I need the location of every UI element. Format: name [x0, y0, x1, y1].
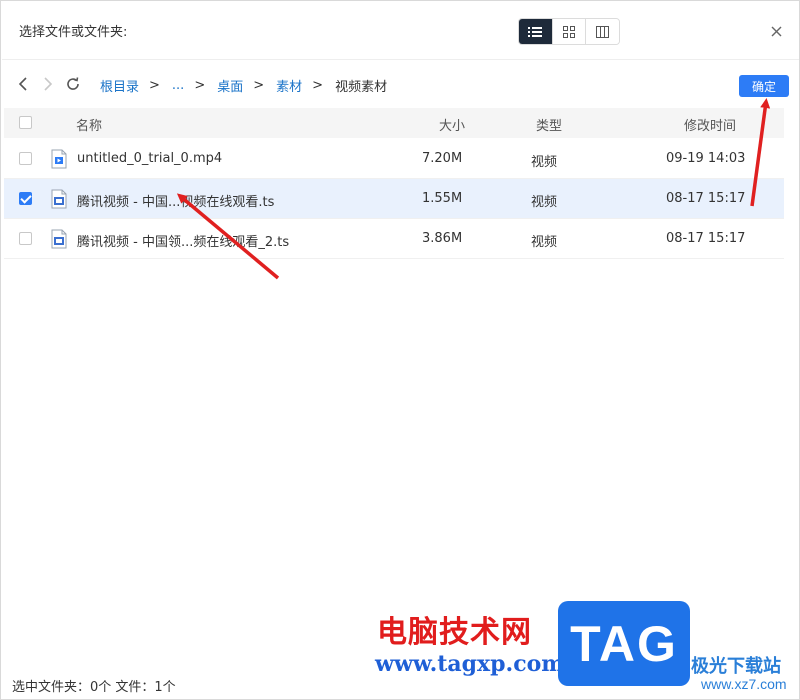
row-modified: 09-19 14:03 [666, 151, 746, 166]
columns-icon [596, 25, 610, 38]
brand-url: www.xz7.com [701, 676, 787, 692]
breadcrumb-separator: > [312, 78, 324, 93]
ts-file-icon [51, 189, 67, 209]
status-bar: 选中文件夹：0个 文件：1个 [12, 680, 176, 695]
refresh-icon [67, 77, 79, 90]
breadcrumb-separator: > [194, 78, 206, 93]
forward-button[interactable] [39, 75, 57, 93]
select-all-checkbox[interactable] [19, 116, 32, 129]
chevron-right-icon [44, 77, 53, 91]
table-row[interactable]: 腾讯视频 - 中国...视频在线观看.ts 1.55M 视频 08-17 15:… [4, 179, 784, 219]
breadcrumb-separator: > [149, 78, 160, 93]
row-modified: 08-17 15:17 [666, 231, 746, 246]
grid-icon [563, 25, 575, 38]
close-icon [771, 26, 781, 36]
list-view-button[interactable] [519, 19, 553, 44]
breadcrumb-ellipsis[interactable]: ... [172, 78, 184, 93]
view-mode-switch [518, 18, 620, 45]
list-icon [528, 26, 543, 37]
header-type[interactable]: 类型 [536, 115, 562, 134]
row-modified: 08-17 15:17 [666, 191, 746, 206]
file-picker-dialog: 选择文件或文件夹: 根目录 > ... > 桌面 > 素材 > 视频素材 确定 … [0, 0, 800, 700]
row-size: 3.86M [422, 231, 463, 246]
header-name[interactable]: 名称 [76, 115, 102, 134]
row-type: 视频 [531, 155, 558, 170]
brand-name: 极光下载站 [691, 656, 781, 677]
row-size: 1.55M [422, 191, 463, 206]
row-filename: untitled_0_trial_0.mp4 [77, 151, 223, 166]
row-filename: 腾讯视频 - 中国...视频在线观看.ts [77, 195, 275, 210]
row-filename: 腾讯视频 - 中国领...频在线观看_2.ts [77, 235, 290, 250]
row-size: 7.20M [422, 151, 463, 166]
table-row[interactable]: 腾讯视频 - 中国领...频在线观看_2.ts 3.86M 视频 08-17 1… [4, 219, 784, 259]
close-button[interactable] [767, 22, 785, 40]
breadcrumb-separator: > [253, 78, 265, 93]
tag-logo: TAG [558, 601, 690, 686]
ts-file-icon [51, 229, 67, 249]
table-row[interactable]: untitled_0_trial_0.mp4 7.20M 视频 09-19 14… [4, 139, 784, 179]
breadcrumb-root[interactable]: 根目录 [100, 76, 139, 95]
grid-view-button[interactable] [552, 19, 587, 44]
breadcrumb-desktop[interactable]: 桌面 [217, 76, 243, 95]
chevron-left-icon [18, 77, 27, 91]
breadcrumb-current: 视频素材 [335, 80, 388, 95]
breadcrumb-materials[interactable]: 素材 [276, 76, 302, 95]
back-button[interactable] [14, 75, 32, 93]
confirm-button[interactable]: 确定 [739, 75, 789, 97]
breadcrumb: 根目录 > ... > 桌面 > 素材 > 视频素材 [100, 76, 387, 95]
column-view-button[interactable] [586, 19, 619, 44]
row-checkbox[interactable] [19, 232, 32, 245]
header-divider [2, 59, 799, 60]
header-modified[interactable]: 修改时间 [684, 115, 736, 134]
row-type: 视频 [531, 235, 558, 250]
table-header: 名称 大小 类型 修改时间 [4, 108, 784, 138]
header-size[interactable]: 大小 [439, 115, 465, 134]
dialog-title: 选择文件或文件夹: [19, 25, 128, 40]
watermark-site-name: 电脑技术网 [377, 615, 532, 650]
watermark-url: www.tagxp.com [375, 651, 565, 677]
refresh-button[interactable] [64, 75, 82, 93]
row-checkbox[interactable] [19, 192, 32, 205]
row-checkbox[interactable] [19, 152, 32, 165]
video-file-icon [51, 149, 67, 169]
row-type: 视频 [531, 195, 558, 210]
